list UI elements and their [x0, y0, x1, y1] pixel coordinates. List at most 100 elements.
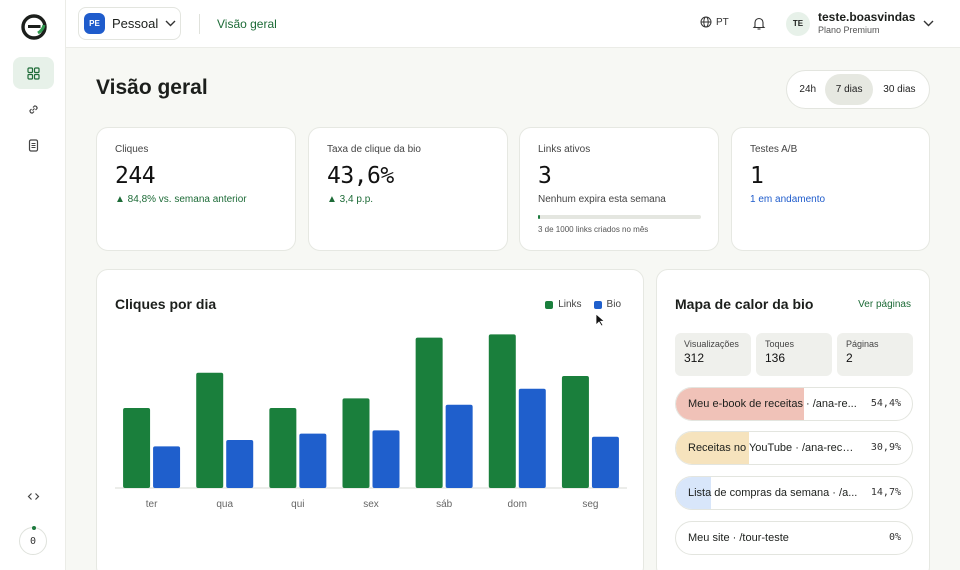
bell-icon[interactable] — [752, 16, 766, 31]
heatmap-row-label: Lista de compras da semana · /a... — [688, 487, 858, 499]
counter-value: 0 — [29, 535, 37, 547]
divider — [199, 14, 200, 34]
nav-dashboard[interactable] — [13, 57, 54, 89]
bar-bio[interactable] — [153, 446, 181, 488]
bar-links[interactable] — [415, 337, 443, 488]
sidebar-rail: 0 — [0, 0, 66, 570]
nav-pages[interactable] — [13, 129, 54, 161]
stat-value: 43,6% — [327, 163, 394, 189]
status-dot — [32, 526, 36, 530]
stat-card-bio-ctr: Taxa de clique da bio 43,6% ▲ 3,4 p.p. — [308, 127, 508, 251]
bar-bio[interactable] — [372, 430, 400, 488]
view-pages-link[interactable]: Ver páginas — [858, 299, 911, 310]
workspace-badge: PE — [84, 13, 105, 34]
bar-links[interactable] — [488, 334, 516, 488]
nav-links[interactable] — [13, 93, 54, 125]
stat-label: Cliques — [115, 144, 149, 155]
bar-links[interactable] — [269, 408, 297, 488]
bar-bio[interactable] — [226, 440, 254, 488]
range-option-7-days[interactable]: 7 dias — [825, 74, 873, 105]
heatmap-row[interactable]: Meu e-book de receitas · /ana-re... 54,4… — [675, 387, 913, 421]
chevron-down-icon — [923, 20, 934, 27]
logo-icon[interactable] — [21, 14, 47, 40]
document-icon — [28, 138, 39, 152]
workspace-name: Pessoal — [112, 16, 159, 31]
link-icon — [29, 104, 38, 114]
chevron-down-icon — [165, 20, 176, 27]
globe-icon — [700, 16, 712, 28]
links-quota-note: 3 de 1000 links criados no mês — [538, 225, 649, 234]
bio-heatmap-card: Mapa de calor da bio Ver páginas Visuali… — [656, 269, 930, 570]
bar-links[interactable] — [196, 372, 224, 488]
x-tick-label: dom — [508, 499, 527, 510]
heatmap-row-percent: 0% — [888, 532, 901, 543]
metric-value: 2 — [846, 351, 853, 365]
user-menu[interactable]: TE teste.boasvindas Plano Premium — [786, 11, 934, 36]
bar-links[interactable] — [342, 398, 370, 488]
bar-bio[interactable] — [445, 404, 473, 488]
range-option-30-days[interactable]: 30 dias — [873, 74, 926, 105]
grid-icon — [27, 66, 40, 80]
clicks-chart-card: Cliques por dia Links Bio ter qua qui sex sá… — [96, 269, 644, 570]
metric-pages: Páginas 2 — [837, 333, 913, 376]
metric-label: Toques — [765, 339, 795, 349]
bar-bio[interactable] — [518, 388, 546, 488]
range-option-24h[interactable]: 24h — [790, 74, 825, 105]
links-quota-fill — [538, 215, 541, 219]
nav-developer[interactable] — [13, 480, 54, 512]
links-quota-bar — [538, 215, 701, 219]
code-icon — [27, 492, 40, 500]
heatmap-row[interactable]: Lista de compras da semana · /a... 14,7% — [675, 476, 913, 510]
stat-label: Testes A/B — [750, 144, 798, 155]
breadcrumb[interactable]: Visão geral — [217, 17, 277, 31]
page-title: Visão geral — [96, 76, 208, 99]
bar-links[interactable] — [123, 408, 151, 488]
heatmap-row-label: Meu site · /tour-teste — [688, 532, 789, 544]
x-tick-label: ter — [146, 499, 158, 510]
stat-label: Taxa de clique da bio — [327, 144, 421, 155]
bar-chart: ter qua qui sex sáb dom seg — [115, 334, 627, 510]
plan-label: Plano Premium — [818, 25, 880, 35]
heatmap-row[interactable]: Receitas no YouTube · /ana-recei... 30,9… — [675, 431, 913, 465]
x-tick-label: qui — [291, 499, 304, 510]
metric-label: Páginas — [846, 339, 879, 349]
top-bar: PE Pessoal Visão geral PT TE teste.boasv… — [66, 0, 960, 48]
bar-bio[interactable] — [299, 433, 327, 488]
stat-value: 244 — [115, 163, 156, 189]
bar-bio[interactable] — [591, 436, 619, 488]
stat-subtitle: Nenhum expira esta semana — [538, 194, 666, 205]
heatmap-title: Mapa de calor da bio — [675, 296, 814, 312]
stat-card-ab-tests: Testes A/B 1 1 em andamento — [731, 127, 930, 251]
bar-links[interactable] — [561, 376, 589, 488]
stat-card-clicks: Cliques 244 ▲ 84,8% vs. semana anterior — [96, 127, 296, 251]
x-tick-label: seg — [582, 499, 598, 510]
stat-link[interactable]: 1 em andamento — [750, 194, 825, 205]
metric-value: 136 — [765, 351, 786, 365]
heatmap-row-percent: 14,7% — [870, 487, 901, 498]
heatmap-row-label: Receitas no YouTube · /ana-recei... — [688, 442, 858, 454]
x-tick-label: qua — [216, 499, 233, 510]
x-tick-label: sáb — [436, 499, 453, 510]
metric-value: 312 — [684, 351, 705, 365]
metric-views: Visualizações 312 — [675, 333, 751, 376]
heatmap-row-percent: 54,4% — [870, 398, 901, 409]
heatmap-row[interactable]: Meu site · /tour-teste 0% — [675, 521, 913, 555]
x-tick-label: sex — [363, 499, 379, 510]
heatmap-row-percent: 30,9% — [870, 442, 901, 453]
username: teste.boasvindas — [818, 10, 916, 24]
stat-change: ▲ 3,4 p.p. — [327, 194, 374, 205]
stat-card-active-links: Links ativos 3 Nenhum expira esta semana… — [519, 127, 719, 251]
mouse-cursor-icon — [595, 313, 606, 327]
stat-change: ▲ 84,8% vs. semana anterior — [115, 194, 247, 205]
stat-value: 3 — [538, 163, 552, 189]
heatmap-row-label: Meu e-book de receitas · /ana-re... — [688, 398, 857, 410]
notification-counter[interactable]: 0 — [19, 526, 47, 555]
stat-value: 1 — [750, 163, 764, 189]
stat-label: Links ativos — [538, 144, 591, 155]
date-range-toggle: 24h 7 dias 30 dias — [786, 70, 930, 109]
language-switcher[interactable]: PT — [700, 16, 729, 28]
avatar: TE — [786, 11, 810, 36]
workspace-switcher[interactable]: PE Pessoal — [78, 7, 181, 40]
metric-label: Visualizações — [684, 339, 739, 349]
language-label: PT — [716, 16, 729, 28]
